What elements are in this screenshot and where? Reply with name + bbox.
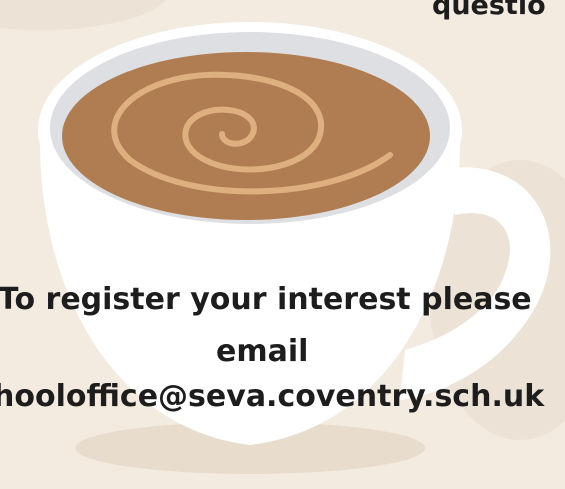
message-line-2: email: [216, 334, 309, 369]
header-partial-text: questio: [432, 0, 546, 21]
background-blob: [0, 0, 166, 30]
poster-canvas: questio To register your interest please…: [0, 0, 565, 489]
email-address[interactable]: hooloffice@seva.coventry.sch.uk: [0, 379, 544, 415]
coffee-cup-icon: [0, 0, 565, 474]
message-line-1: To register your interest please: [0, 282, 532, 317]
